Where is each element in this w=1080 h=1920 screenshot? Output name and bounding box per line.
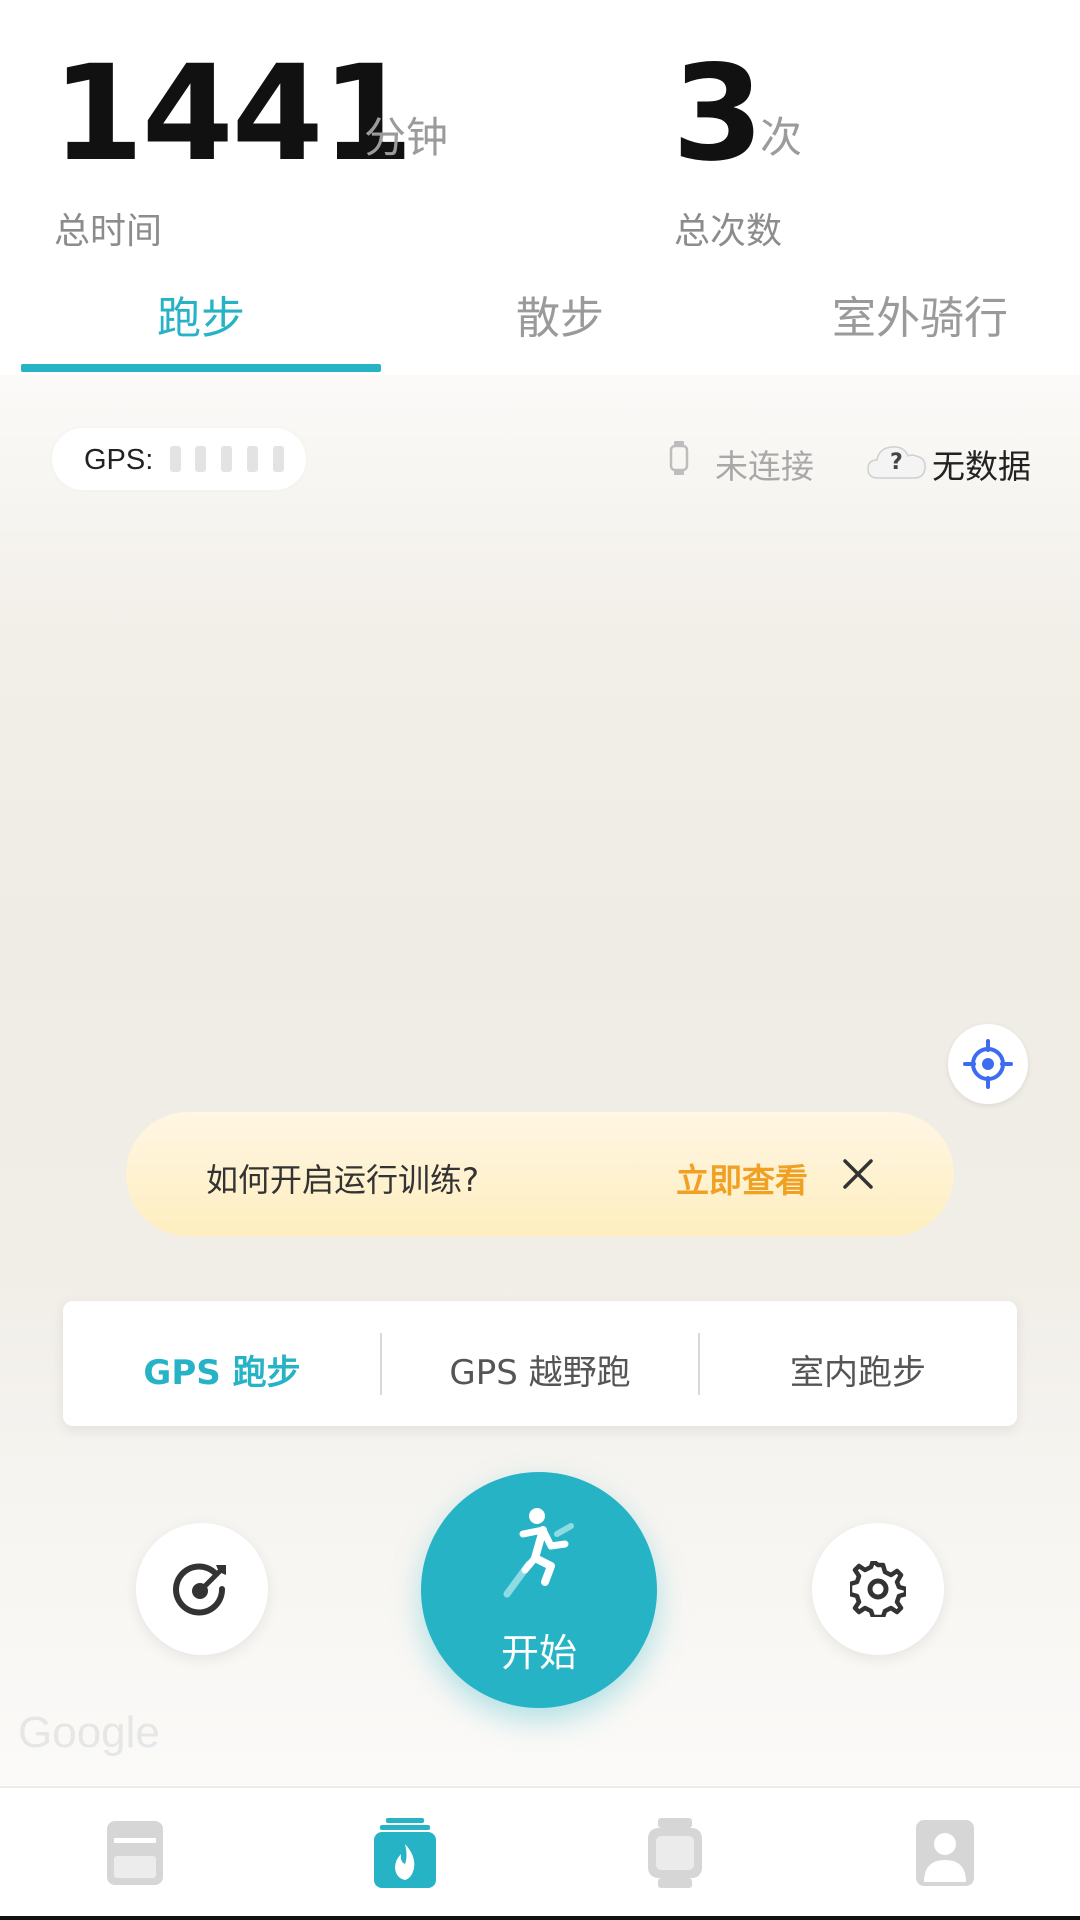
gps-bar	[170, 446, 181, 472]
device-connection-status[interactable]: 未连接	[715, 440, 814, 488]
target-icon	[173, 1563, 226, 1616]
system-gesture-bar	[0, 1916, 1080, 1920]
gps-signal-indicator: GPS:	[52, 428, 306, 490]
settings-button[interactable]	[812, 1523, 944, 1655]
total-count-unit: 次	[760, 113, 803, 162]
mode-gps-trail-running[interactable]: GPS 越野跑	[381, 1345, 699, 1394]
tab-outdoor-cycling[interactable]: 室外骑行	[740, 282, 1080, 346]
mode-indoor-running[interactable]: 室内跑步	[699, 1345, 1017, 1394]
weather-question-mark: ?	[890, 450, 903, 475]
nav-exercise-icon[interactable]	[370, 1816, 440, 1890]
gps-bar	[221, 446, 232, 472]
training-goal-button[interactable]	[136, 1523, 268, 1655]
nav-device-icon[interactable]	[640, 1816, 710, 1890]
total-count-label: 总次数	[674, 211, 783, 252]
tip-view-now-link[interactable]: 立即查看	[676, 1154, 808, 1202]
running-mode-selector: GPS 跑步 GPS 越野跑 室内跑步	[63, 1301, 1017, 1426]
nav-profile-icon[interactable]	[910, 1816, 980, 1890]
total-count-value: 3	[672, 37, 764, 191]
nav-records-icon[interactable]	[100, 1816, 170, 1890]
weather-status: 无数据	[932, 447, 1031, 486]
gps-label: GPS:	[84, 444, 154, 476]
settings-gear-icon	[850, 1561, 906, 1617]
gps-bar	[195, 446, 206, 472]
locate-button[interactable]	[948, 1024, 1028, 1104]
google-map-attribution: Google	[18, 1708, 160, 1757]
close-icon[interactable]	[842, 1158, 874, 1190]
total-time-value: 1441	[52, 37, 413, 191]
start-button-label: 开始	[500, 1631, 577, 1675]
locate-icon	[963, 1039, 1013, 1089]
cloud-icon: ?	[866, 442, 928, 482]
total-time-label: 总时间	[54, 211, 163, 252]
total-time-unit: 分钟	[364, 113, 449, 162]
watch-icon	[669, 441, 689, 475]
training-tip-banner: 如何开启运行训练? 立即查看	[126, 1112, 954, 1236]
tab-walking[interactable]: 散步	[380, 282, 740, 346]
bottom-navigation	[0, 1786, 1080, 1918]
gps-bar	[273, 446, 284, 472]
gps-bar	[247, 446, 258, 472]
mode-gps-running[interactable]: GPS 跑步	[63, 1345, 381, 1394]
start-button[interactable]: 开始	[421, 1472, 657, 1708]
tab-indicator	[21, 364, 381, 372]
tip-text: 如何开启运行训练?	[206, 1161, 479, 1199]
tab-running[interactable]: 跑步	[21, 282, 381, 346]
running-icon	[503, 1508, 574, 1598]
